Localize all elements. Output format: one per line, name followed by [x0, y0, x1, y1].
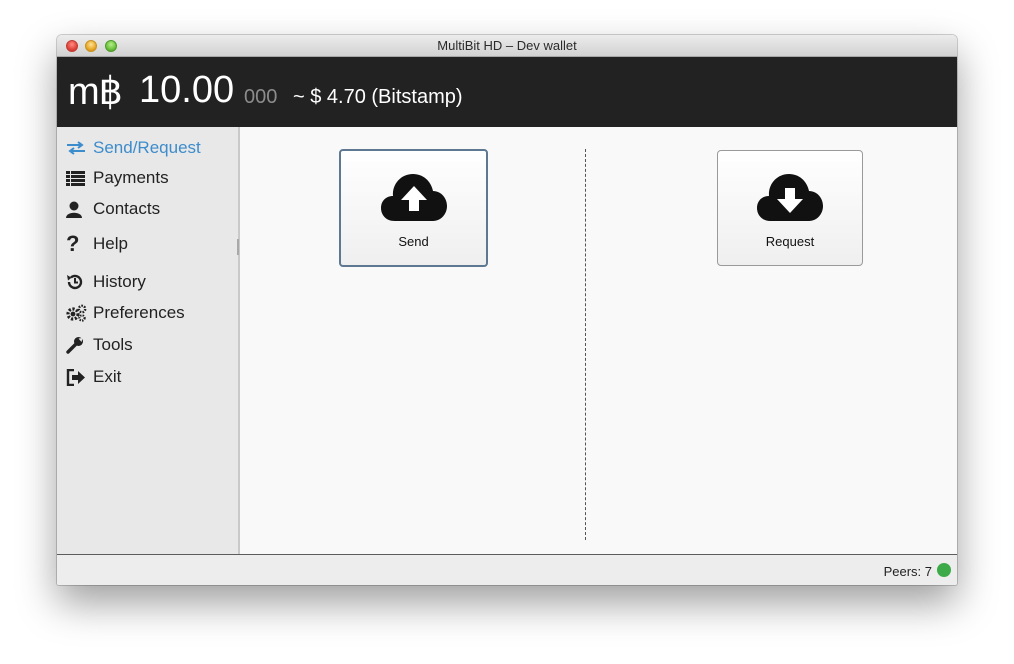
network-status-indicator: [937, 563, 951, 577]
status-bar: Peers: 7: [57, 554, 957, 585]
balance-amount: 10.00: [139, 69, 235, 111]
title-bar[interactable]: MultiBit HD – Dev wallet: [57, 35, 957, 57]
wrench-icon: [66, 335, 88, 355]
cloud-download-icon: [757, 171, 823, 223]
panel-divider: [585, 149, 586, 540]
sidebar-item-label: Send/Request: [93, 138, 201, 157]
sidebar-item-label: Exit: [93, 367, 122, 386]
gears-icon: [66, 303, 88, 323]
sidebar-item-label: Preferences: [93, 303, 185, 322]
sidebar-item-contacts[interactable]: Contacts: [66, 199, 160, 219]
sign-out-icon: [66, 367, 88, 387]
request-button[interactable]: Request: [717, 150, 863, 266]
sidebar-item-preferences[interactable]: Preferences: [66, 303, 185, 323]
sidebar-item-send-request[interactable]: Send/Request: [66, 138, 201, 158]
list-icon: [66, 168, 88, 188]
sidebar-item-history[interactable]: History: [66, 272, 146, 292]
cloud-upload-icon: [380, 171, 447, 223]
balance-header: m฿ 10.00 000 ~ $ 4.70 (Bitstamp): [57, 57, 957, 127]
send-button-label: Send: [398, 234, 429, 249]
peers-count: Peers: 7: [883, 564, 932, 579]
send-request-panel: Send Request: [240, 127, 957, 554]
question-icon: ?: [66, 231, 80, 256]
app-window: MultiBit HD – Dev wallet m฿ 10.00 000 ~ …: [57, 35, 957, 585]
sidebar-item-payments[interactable]: Payments: [66, 168, 169, 188]
user-icon: [66, 199, 88, 219]
sidebar-item-label: Tools: [93, 335, 133, 354]
currency-symbol: m฿: [68, 71, 123, 113]
sidebar-item-help[interactable]: ? Help: [66, 231, 128, 256]
sidebar-item-exit[interactable]: Exit: [66, 367, 121, 387]
sidebar-item-label: Payments: [93, 168, 169, 187]
send-button[interactable]: Send: [339, 149, 488, 267]
fiat-balance: ~ $ 4.70 (Bitstamp): [293, 86, 463, 108]
sidebar-splitter-handle[interactable]: [237, 239, 239, 255]
exchange-arrows-icon: [66, 138, 88, 158]
request-button-label: Request: [765, 234, 815, 249]
sidebar-item-tools[interactable]: Tools: [66, 335, 133, 355]
sidebar: Send/Request Payments Contacts ? Help Hi…: [57, 127, 240, 554]
sidebar-item-label: History: [93, 272, 146, 291]
history-icon: [66, 272, 88, 292]
window-title: MultiBit HD – Dev wallet: [437, 38, 577, 53]
balance-secondary-digits: 000: [244, 86, 278, 108]
sidebar-item-label: Contacts: [93, 199, 161, 218]
sidebar-item-label: Help: [93, 234, 128, 253]
